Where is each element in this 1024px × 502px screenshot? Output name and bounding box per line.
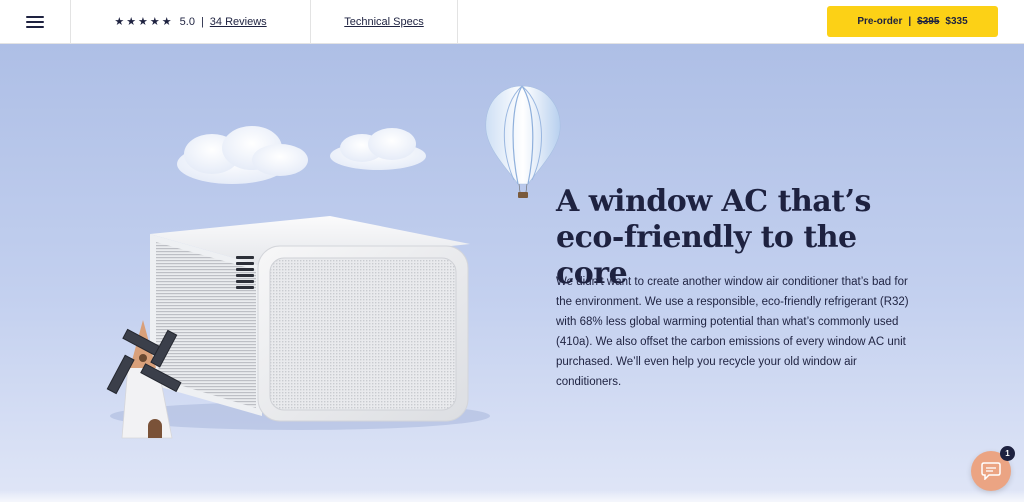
hamburger-icon — [26, 15, 44, 28]
chat-notification-badge: 1 — [1000, 446, 1015, 461]
technical-specs-link[interactable]: Technical Specs — [344, 16, 424, 28]
window-ac-unit — [150, 216, 470, 422]
section-bottom-fade — [0, 490, 1024, 502]
hero-body-text: We didn’t want to create another window … — [556, 276, 909, 388]
star-rating-icon: ★★★★★ — [114, 16, 174, 28]
preorder-button[interactable]: Pre-order | $395 $335 — [827, 6, 998, 37]
hero-section: A window AC that’s eco-friendly to the c… — [0, 44, 1024, 502]
preorder-separator: | — [908, 16, 912, 27]
chat-bubble-icon — [981, 462, 1001, 480]
old-price: $395 — [917, 16, 940, 27]
preorder-label: Pre-order — [857, 16, 903, 27]
reviews-link[interactable]: 34 Reviews — [210, 16, 267, 28]
rating-value: 5.0 — [179, 15, 195, 28]
menu-button[interactable] — [0, 0, 71, 43]
cloud-left — [177, 126, 308, 184]
rating-separator: | — [200, 15, 204, 28]
hot-air-balloon — [485, 85, 561, 198]
new-price: $335 — [945, 16, 968, 27]
rating-summary: ★★★★★ 5.0 | 34 Reviews — [71, 0, 311, 43]
cloud-right — [330, 128, 426, 170]
technical-specs-cell: Technical Specs — [311, 0, 458, 43]
